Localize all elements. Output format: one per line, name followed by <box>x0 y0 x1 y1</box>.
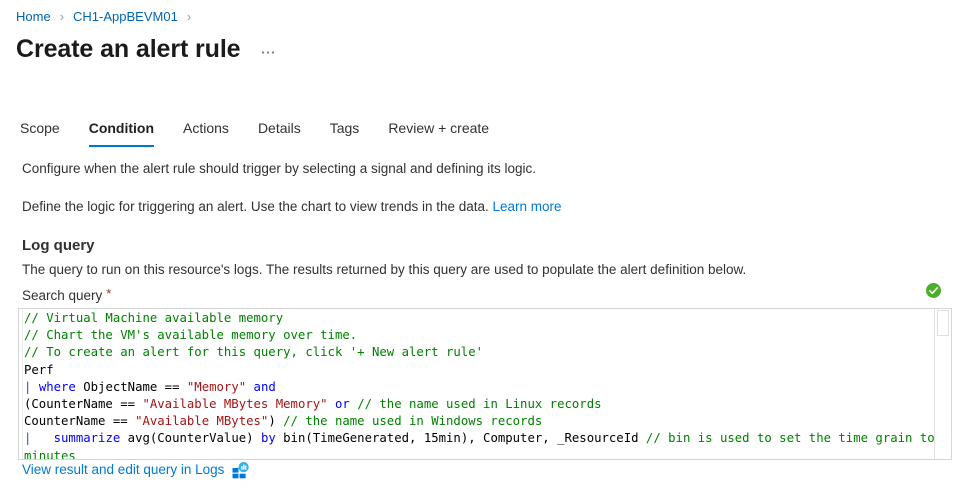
editor-vertical-scrollbar[interactable] <box>935 309 951 459</box>
code-line-4: Perf <box>24 362 934 379</box>
search-query-editor[interactable]: // Virtual Machine available memory// Ch… <box>18 308 952 460</box>
tab-details[interactable]: Details <box>258 118 301 147</box>
code-line-3: // To create an alert for this query, cl… <box>24 344 934 361</box>
log-query-description: The query to run on this resource's logs… <box>22 261 746 279</box>
tab-review-create[interactable]: Review + create <box>388 118 489 147</box>
search-query-label: Search query * <box>22 287 111 305</box>
logic-description-text: Define the logic for triggering an alert… <box>22 199 493 214</box>
log-query-heading: Log query <box>22 236 95 256</box>
code-line-5: | where ObjectName == "Memory" and <box>24 379 934 396</box>
page-title: Create an alert rule <box>16 33 241 65</box>
code-line-2: // Chart the VM's available memory over … <box>24 327 934 344</box>
view-in-logs-label: View result and edit query in Logs <box>22 461 224 479</box>
tab-condition[interactable]: Condition <box>89 118 154 147</box>
breadcrumb-separator-icon-2: › <box>187 8 191 26</box>
tab-actions[interactable]: Actions <box>183 118 229 147</box>
code-line-9: minutes <box>24 448 934 460</box>
required-asterisk: * <box>106 286 111 301</box>
more-actions-button[interactable]: ⋯ <box>261 37 278 69</box>
page-title-row: Create an alert rule ⋯ <box>16 33 277 69</box>
search-query-label-text: Search query <box>22 288 102 303</box>
breadcrumb-item-home[interactable]: Home <box>16 8 51 26</box>
condition-description: Configure when the alert rule should tri… <box>22 160 536 178</box>
code-line-1: // Virtual Machine available memory <box>24 310 934 327</box>
logic-description: Define the logic for triggering an alert… <box>22 198 562 216</box>
tab-scope[interactable]: Scope <box>20 118 60 147</box>
view-in-logs-link[interactable]: View result and edit query in Logs <box>22 461 249 479</box>
learn-more-link[interactable]: Learn more <box>493 199 562 214</box>
code-line-6: (CounterName == "Available MBytes Memory… <box>24 396 934 413</box>
editor-scrollbar-thumb[interactable] <box>937 310 949 336</box>
breadcrumb: Home › CH1-AppBEVM01 › <box>16 8 200 26</box>
wizard-tabs: Scope Condition Actions Details Tags Rev… <box>20 118 518 147</box>
tab-tags[interactable]: Tags <box>330 118 360 147</box>
query-code-text[interactable]: // Virtual Machine available memory// Ch… <box>24 310 934 459</box>
code-line-8: | summarize avg(CounterValue) by bin(Tim… <box>24 430 934 447</box>
breadcrumb-separator-icon: › <box>60 8 64 26</box>
breadcrumb-item-resource[interactable]: CH1-AppBEVM01 <box>73 8 178 26</box>
editor-gutter <box>19 309 23 459</box>
logs-chart-icon <box>232 462 249 479</box>
green-check-icon <box>926 283 941 298</box>
code-line-7: CounterName == "Available MBytes") // th… <box>24 413 934 430</box>
editor-content-area[interactable]: // Virtual Machine available memory// Ch… <box>19 309 935 459</box>
